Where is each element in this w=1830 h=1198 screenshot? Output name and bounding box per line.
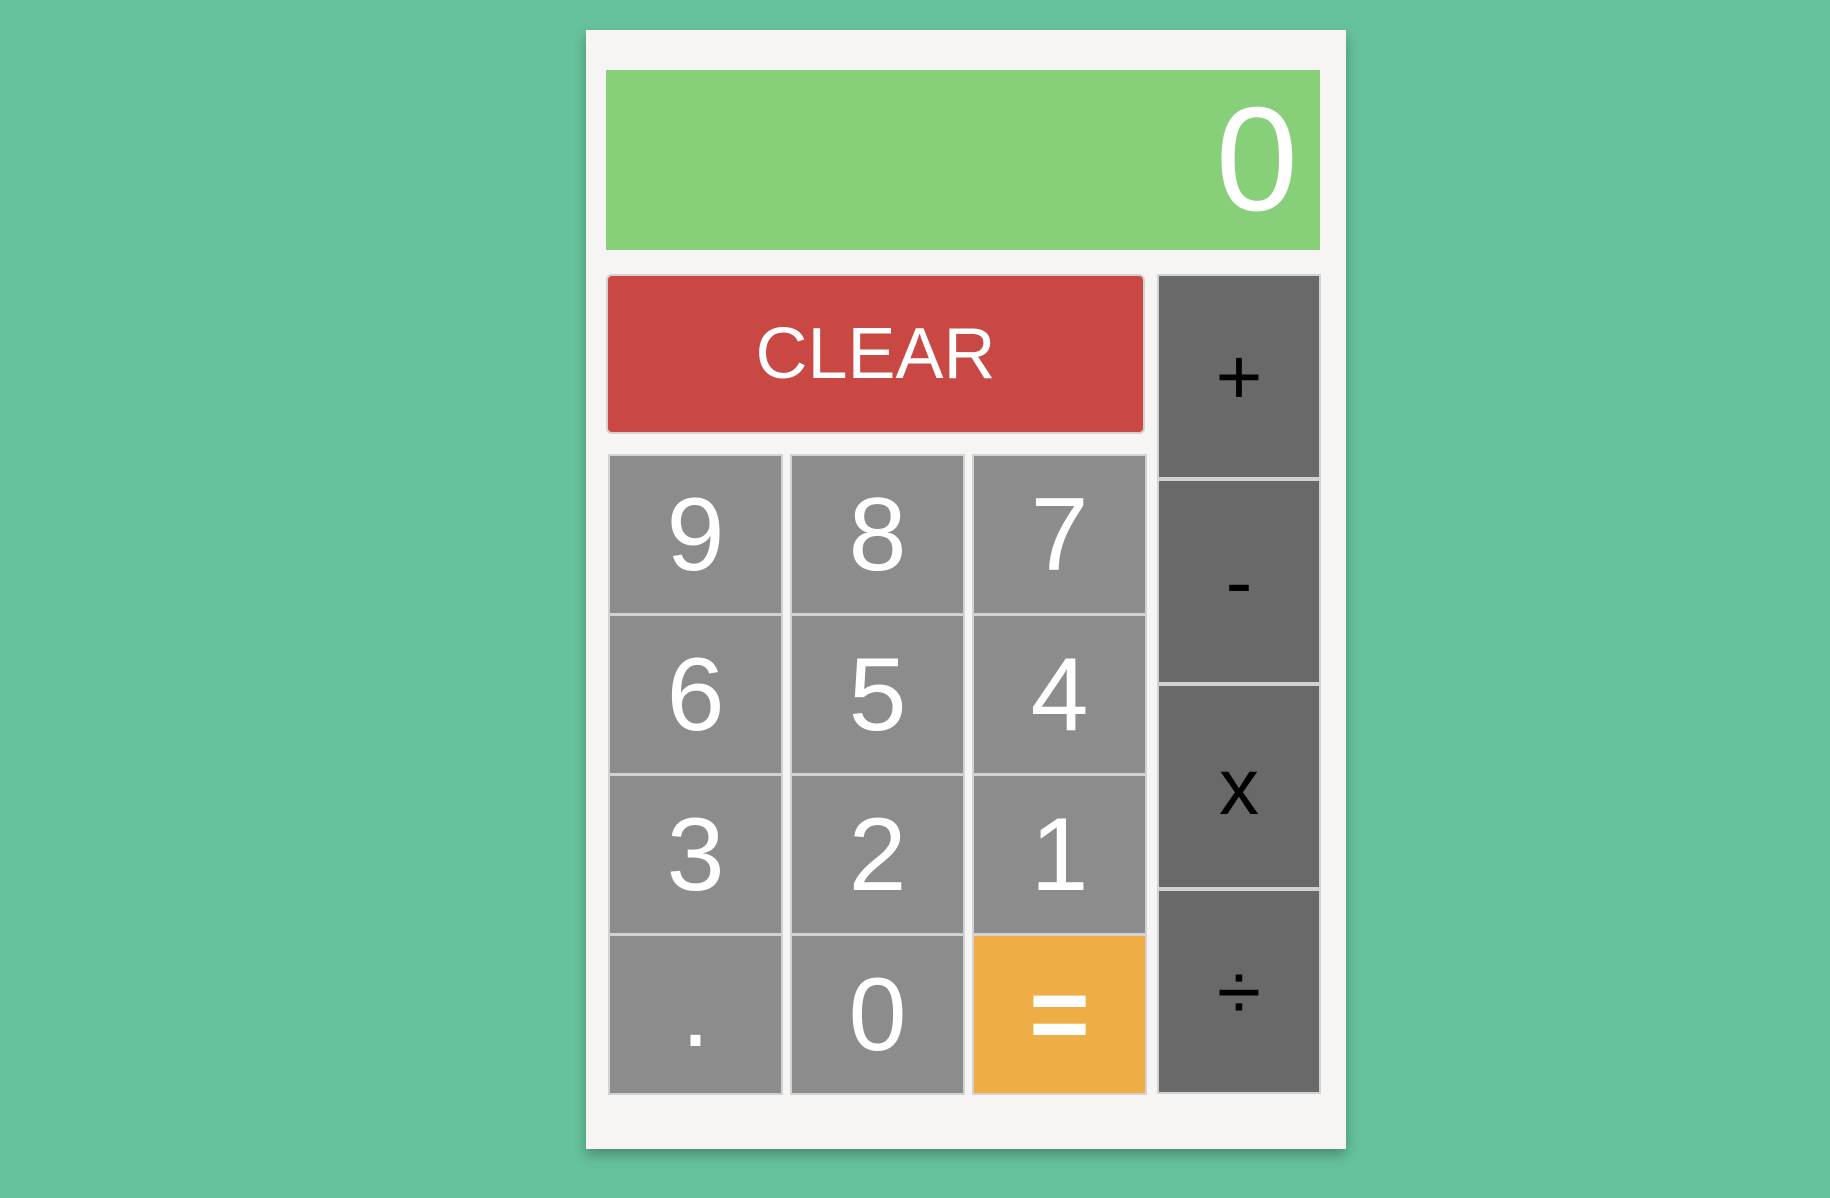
digit-5-button[interactable]: 5 <box>790 614 965 775</box>
equals-button[interactable]: = <box>972 934 1147 1095</box>
digit-9-button[interactable]: 9 <box>608 454 783 615</box>
digit-1-button[interactable]: 1 <box>972 774 1147 935</box>
multiply-button[interactable]: x <box>1157 684 1321 889</box>
digit-7-button[interactable]: 7 <box>972 454 1147 615</box>
digit-2-button[interactable]: 2 <box>790 774 965 935</box>
add-button[interactable]: + <box>1157 274 1321 479</box>
divide-button[interactable]: ÷ <box>1157 889 1321 1094</box>
digit-0-button[interactable]: 0 <box>790 934 965 1095</box>
subtract-button[interactable]: - <box>1157 479 1321 684</box>
clear-button[interactable]: CLEAR <box>606 274 1145 434</box>
calculator: 0 CLEAR 9 8 7 6 5 4 3 2 1 . 0 = + - x ÷ <box>586 30 1346 1149</box>
display-value: 0 <box>606 70 1320 250</box>
decimal-button[interactable]: . <box>608 934 783 1095</box>
digit-6-button[interactable]: 6 <box>608 614 783 775</box>
digit-4-button[interactable]: 4 <box>972 614 1147 775</box>
digit-8-button[interactable]: 8 <box>790 454 965 615</box>
digit-3-button[interactable]: 3 <box>608 774 783 935</box>
